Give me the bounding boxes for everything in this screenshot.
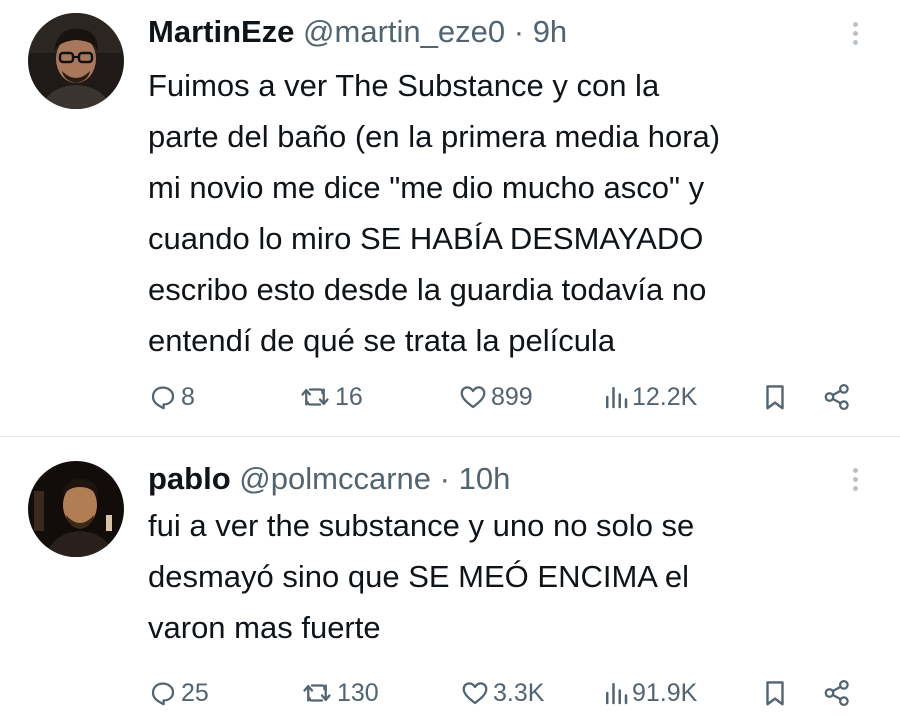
- action-bar: 25 130 3.3K 91.9K: [148, 675, 868, 711]
- tweet-line: fui a ver the substance y uno no solo se: [148, 508, 695, 543]
- tweet-header: pablo @polmccarne · 10h: [148, 461, 510, 497]
- repost-button[interactable]: 16: [298, 379, 363, 415]
- heart-icon: [460, 386, 486, 409]
- tweet-line: parte del baño (en la primera media hora…: [148, 119, 721, 154]
- repost-count: 130: [337, 678, 379, 707]
- views-icon: [606, 683, 628, 705]
- views-button[interactable]: 12.2K: [603, 379, 697, 415]
- separator-dot: ·: [439, 461, 450, 496]
- heart-icon: [462, 682, 488, 705]
- share-button[interactable]: [822, 379, 852, 415]
- tweet[interactable]: MartinEze @martin_eze0 · 9h Fuimos a ver…: [0, 0, 900, 436]
- reply-icon: [151, 386, 175, 410]
- display-name[interactable]: MartinEze: [148, 14, 294, 49]
- tweet-text: Fuimos a ver The Substance y con la part…: [148, 60, 868, 366]
- separator-dot: ·: [513, 14, 525, 49]
- user-handle[interactable]: @polmccarne: [239, 461, 431, 496]
- timestamp[interactable]: 9h: [533, 14, 567, 49]
- reply-button[interactable]: 8: [148, 379, 195, 415]
- display-name[interactable]: pablo: [148, 461, 231, 496]
- reply-count: 8: [181, 382, 195, 411]
- reply-count: 25: [181, 678, 209, 707]
- user-handle[interactable]: @martin_eze0: [303, 14, 505, 49]
- tweet-line: Fuimos a ver The Substance y con la: [148, 68, 660, 103]
- more-icon[interactable]: [852, 468, 860, 495]
- repost-icon: [303, 684, 331, 702]
- tweet-line: cuando lo miro SE HABÍA DESMAYADO: [148, 221, 704, 256]
- reply-icon: [151, 682, 175, 706]
- action-bar: 8 16 899 12.2K: [148, 379, 868, 415]
- like-count: 899: [491, 382, 533, 411]
- bookmark-icon: [766, 681, 784, 706]
- tweet-text: fui a ver the substance y uno no solo se…: [148, 500, 868, 653]
- reply-button[interactable]: 25: [148, 675, 209, 711]
- tweet-line: escribo esto desde la guardia todavía no: [148, 272, 707, 307]
- timestamp[interactable]: 10h: [459, 461, 511, 496]
- avatar[interactable]: [28, 461, 124, 557]
- like-count: 3.3K: [493, 678, 545, 707]
- like-button[interactable]: 899: [458, 379, 533, 415]
- repost-count: 16: [335, 382, 363, 411]
- repost-button[interactable]: 130: [300, 675, 379, 711]
- views-button[interactable]: 91.9K: [603, 675, 697, 711]
- share-icon: [824, 384, 849, 410]
- more-icon[interactable]: [852, 22, 860, 49]
- avatar[interactable]: [28, 13, 124, 109]
- like-button[interactable]: 3.3K: [460, 675, 544, 711]
- bookmark-icon: [766, 385, 784, 410]
- tweet-line: desmayó sino que SE MEÓ ENCIMA el: [148, 559, 690, 594]
- views-count: 91.9K: [632, 678, 698, 707]
- tweet-header: MartinEze @martin_eze0 · 9h: [148, 14, 567, 50]
- bookmark-button[interactable]: [762, 675, 788, 711]
- share-button[interactable]: [822, 675, 852, 711]
- views-icon: [606, 387, 628, 409]
- tweet-line: mi novio me dice "me dio mucho asco" y: [148, 170, 705, 205]
- tweet-line: entendí de qué se trata la película: [148, 323, 616, 358]
- tweet[interactable]: pablo @polmccarne · 10h fui a ver the su…: [0, 437, 900, 717]
- repost-icon: [301, 388, 329, 406]
- bookmark-button[interactable]: [762, 379, 788, 415]
- views-count: 12.2K: [632, 382, 698, 411]
- tweet-line: varon mas fuerte: [148, 610, 381, 645]
- share-icon: [824, 680, 849, 706]
